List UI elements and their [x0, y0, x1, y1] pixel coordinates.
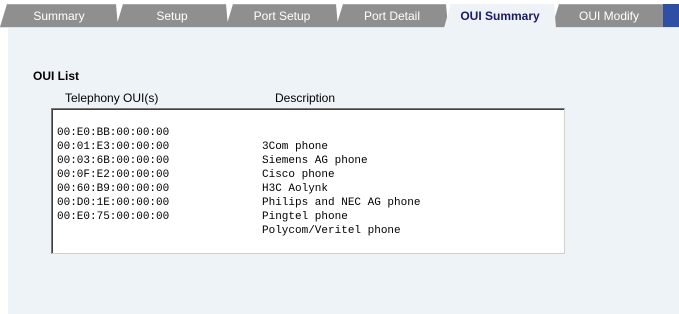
list-item-description: Polycom/Veritel phone — [262, 225, 401, 237]
oui-listbox[interactable]: 00:E0:BB:00:00:00 3Com phone 00:01:E3:00… — [51, 108, 565, 254]
tab-port-detail[interactable]: Port Detail — [336, 4, 448, 27]
tab-bar: Summary Setup Port Setup Port Detail OUI… — [0, 0, 679, 28]
list-item[interactable]: 00:E0:BB:00:00:00 3Com phone — [57, 112, 557, 153]
list-item[interactable]: 00:01:E3:00:00:00 Siemens AG phone — [57, 126, 557, 167]
tab-setup[interactable]: Setup — [116, 4, 228, 27]
list-item[interactable]: 00:60:B9:00:00:00 Philips and NEC AG pho… — [57, 168, 557, 209]
list-item[interactable]: 00:D0:1E:00:00:00 Pingtel phone — [57, 182, 557, 223]
list-item-oui: 00:E0:75:00:00:00 — [57, 211, 170, 223]
column-header-description: Description — [275, 91, 336, 105]
tab-port-setup[interactable]: Port Setup — [226, 4, 338, 27]
section-title: OUI List — [33, 69, 80, 83]
list-item[interactable]: 00:E0:75:00:00:00 Polycom/Veritel phone — [57, 196, 557, 237]
list-item[interactable]: 00:03:6B:00:00:00 Cisco phone — [57, 140, 557, 181]
page-frame: Summary Setup Port Setup Port Detail OUI… — [0, 0, 679, 314]
tab-bar-edge — [663, 4, 679, 27]
tab-oui-modify[interactable]: OUI Modify — [552, 4, 666, 27]
column-header-oui: Telephony OUI(s) — [65, 91, 159, 105]
tab-summary[interactable]: Summary — [0, 4, 118, 27]
list-item-description: Pingtel phone — [262, 211, 348, 223]
tab-oui-summary[interactable]: OUI Summary — [444, 3, 556, 28]
list-item[interactable]: 00:0F:E2:00:00:00 H3C Aolynk — [57, 154, 557, 195]
